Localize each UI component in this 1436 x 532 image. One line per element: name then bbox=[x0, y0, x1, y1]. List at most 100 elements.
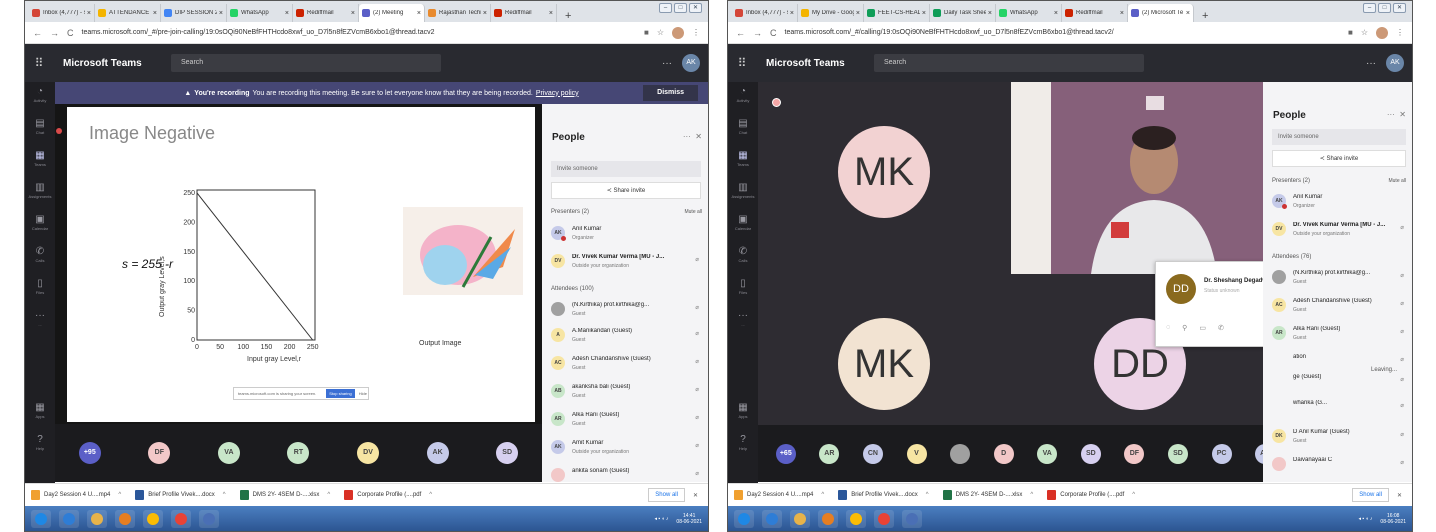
mic-off-icon[interactable]: ⌀ bbox=[1400, 459, 1404, 466]
tab-close-icon[interactable]: × bbox=[87, 10, 91, 17]
rail-item-files[interactable]: ▯ Files bbox=[25, 274, 55, 306]
download-item[interactable]: DMS 2Y- 4SEM D-....xlsx ^ bbox=[942, 490, 1033, 500]
folder-icon[interactable] bbox=[790, 509, 810, 528]
call-icon[interactable]: ✆ bbox=[1218, 324, 1224, 332]
star-icon[interactable]: ☆ bbox=[657, 28, 664, 37]
close-icon[interactable]: ✕ bbox=[693, 492, 698, 499]
rail-item-chat[interactable]: ▤ Chat bbox=[728, 114, 758, 146]
privacy-link[interactable]: Privacy policy bbox=[536, 90, 579, 97]
rail-item-activity[interactable]: ◔ Activity bbox=[25, 82, 55, 114]
search-input[interactable]: Search bbox=[171, 54, 441, 72]
mute-all-button[interactable]: Mute all bbox=[1388, 178, 1406, 184]
participant-avatar[interactable]: PC bbox=[1211, 443, 1232, 464]
browser-tab[interactable]: My Drive - Google× bbox=[798, 4, 864, 22]
mic-off-icon[interactable]: ⌀ bbox=[1400, 328, 1404, 335]
chevron-up-icon[interactable]: ^ bbox=[327, 492, 330, 498]
tab-close-icon[interactable]: × bbox=[417, 10, 421, 17]
tab-close-icon[interactable]: × bbox=[1186, 10, 1190, 17]
participant-avatar[interactable]: +95 bbox=[78, 442, 101, 464]
attendees-heading[interactable]: Attendees (76) bbox=[1272, 254, 1311, 260]
menu-icon[interactable]: ⋮ bbox=[1396, 28, 1404, 37]
mic-off-icon[interactable]: ⌀ bbox=[695, 256, 699, 263]
maximize-button[interactable]: □ bbox=[1378, 3, 1391, 13]
mic-off-icon[interactable]: ⌀ bbox=[695, 386, 699, 393]
tab-close-icon[interactable]: × bbox=[285, 10, 289, 17]
browser-tab[interactable]: Inbox (4,777) - sand× bbox=[732, 4, 798, 22]
app-icon[interactable] bbox=[902, 509, 922, 528]
app-launcher-icon[interactable]: ⠿ bbox=[728, 56, 756, 70]
minimize-button[interactable]: – bbox=[1363, 3, 1376, 13]
camera-icon[interactable]: ■ bbox=[1348, 28, 1353, 37]
participant-avatar[interactable]: DV bbox=[357, 442, 380, 464]
media-icon[interactable] bbox=[143, 509, 163, 528]
participant-row[interactable]: DV Dr. Vivek Kumar Verma [MU - J... Outsid… bbox=[1272, 220, 1406, 244]
participant-avatar[interactable]: V bbox=[906, 443, 927, 464]
media-icon[interactable] bbox=[846, 509, 866, 528]
participant-avatar[interactable]: DF bbox=[148, 442, 171, 464]
chevron-up-icon[interactable]: ^ bbox=[223, 492, 226, 498]
mic-off-icon[interactable]: ⌀ bbox=[1400, 431, 1404, 438]
search-input[interactable]: Search bbox=[874, 54, 1144, 72]
invite-input[interactable]: Invite someone bbox=[1272, 129, 1406, 145]
close-icon[interactable]: ✕ bbox=[1397, 492, 1402, 499]
tab-close-icon[interactable]: × bbox=[790, 10, 794, 17]
download-item[interactable]: DMS 2Y- 4SEM D-....xlsx ^ bbox=[239, 490, 330, 500]
chrome-icon[interactable] bbox=[874, 509, 894, 528]
mic-off-icon[interactable]: ⌀ bbox=[695, 358, 699, 365]
participant-row[interactable]: wharika (G... ⌀ bbox=[1272, 398, 1406, 422]
browser-tab[interactable]: (2) Meeting × bbox=[359, 4, 425, 22]
folder-icon[interactable] bbox=[87, 509, 107, 528]
chevron-up-icon[interactable]: ^ bbox=[926, 492, 929, 498]
download-item[interactable]: Corporate Profile (....pdf ^ bbox=[344, 490, 432, 500]
profile-avatar[interactable] bbox=[1376, 26, 1388, 39]
share-invite-button[interactable]: ≺ Share invite bbox=[551, 182, 701, 199]
firefox-icon[interactable] bbox=[115, 509, 135, 528]
download-item[interactable]: Brief Profile Vivek....docx ^ bbox=[838, 490, 929, 500]
presenters-heading[interactable]: Presenters (2) bbox=[551, 209, 589, 215]
browser-tab[interactable]: WhatsApp × bbox=[227, 4, 293, 22]
show-all-button[interactable]: Show all bbox=[648, 488, 685, 502]
tab-close-icon[interactable]: × bbox=[549, 10, 553, 17]
participant-avatar[interactable]: VA bbox=[217, 442, 240, 464]
close-window-button[interactable]: ✕ bbox=[1393, 3, 1406, 13]
participant-avatar[interactable]: AK bbox=[426, 442, 449, 464]
mic-off-icon[interactable]: ⌀ bbox=[1400, 356, 1404, 363]
rail-item-apps[interactable]: ▦ Apps bbox=[25, 398, 55, 430]
mic-off-icon[interactable]: ⌀ bbox=[1400, 376, 1404, 383]
mic-off-icon[interactable]: ⌀ bbox=[1400, 300, 1404, 307]
start-icon[interactable] bbox=[734, 509, 754, 528]
ie-icon[interactable] bbox=[762, 509, 782, 528]
ie-icon[interactable] bbox=[59, 509, 79, 528]
participant-avatar[interactable]: SD bbox=[496, 442, 519, 464]
rail-item-calls[interactable]: ✆ Calls bbox=[25, 242, 55, 274]
browser-tab[interactable]: Rediffmail × bbox=[293, 4, 359, 22]
mic-off-icon[interactable]: ⌀ bbox=[695, 304, 699, 311]
chevron-up-icon[interactable]: ^ bbox=[118, 492, 121, 498]
tray-icons[interactable]: ◂ ▪ ◖ ♪ bbox=[1358, 516, 1372, 522]
tab-close-icon[interactable]: × bbox=[988, 10, 992, 17]
attendees-heading[interactable]: Attendees (100) bbox=[551, 286, 594, 292]
participant-avatar[interactable]: +65 bbox=[775, 443, 796, 464]
rail-item-assignments[interactable]: ▥ Assignments bbox=[25, 178, 55, 210]
participant-row[interactable]: AC Adesh Chandanshive (Guest) Guest ⌀ bbox=[551, 354, 701, 378]
tab-close-icon[interactable]: × bbox=[856, 10, 860, 17]
clock[interactable]: 14:41 08-06-2021 bbox=[676, 513, 702, 525]
participant-avatar[interactable]: VA bbox=[1037, 443, 1058, 464]
rail-item-assignments[interactable]: ▥ Assignments bbox=[728, 178, 758, 210]
rail-item-activity[interactable]: ◔ Activity bbox=[728, 82, 758, 114]
start-icon[interactable] bbox=[31, 509, 51, 528]
participant-row[interactable]: AK Amit Kumar Outside your organization ⌀ bbox=[551, 438, 701, 462]
browser-tab[interactable]: Rediffmail × bbox=[1062, 4, 1128, 22]
forward-icon[interactable]: → bbox=[753, 28, 762, 38]
video-icon[interactable]: ▭ bbox=[1199, 324, 1206, 332]
chevron-up-icon[interactable]: ^ bbox=[1030, 492, 1033, 498]
browser-tab[interactable]: Rediffmail × bbox=[491, 4, 557, 22]
mic-off-icon[interactable]: ⌀ bbox=[695, 442, 699, 449]
tray-icons[interactable]: ◂ ▪ ◖ ♪ bbox=[654, 516, 668, 522]
dismiss-button[interactable]: Dismiss bbox=[643, 85, 698, 101]
participant-avatar[interactable]: SD bbox=[1167, 443, 1188, 464]
rail-item-teams[interactable]: ▦ Teams bbox=[25, 146, 55, 178]
browser-tab[interactable]: WhatsApp × bbox=[996, 4, 1062, 22]
tab-close-icon[interactable]: × bbox=[153, 10, 157, 17]
app-icon[interactable] bbox=[199, 509, 219, 528]
